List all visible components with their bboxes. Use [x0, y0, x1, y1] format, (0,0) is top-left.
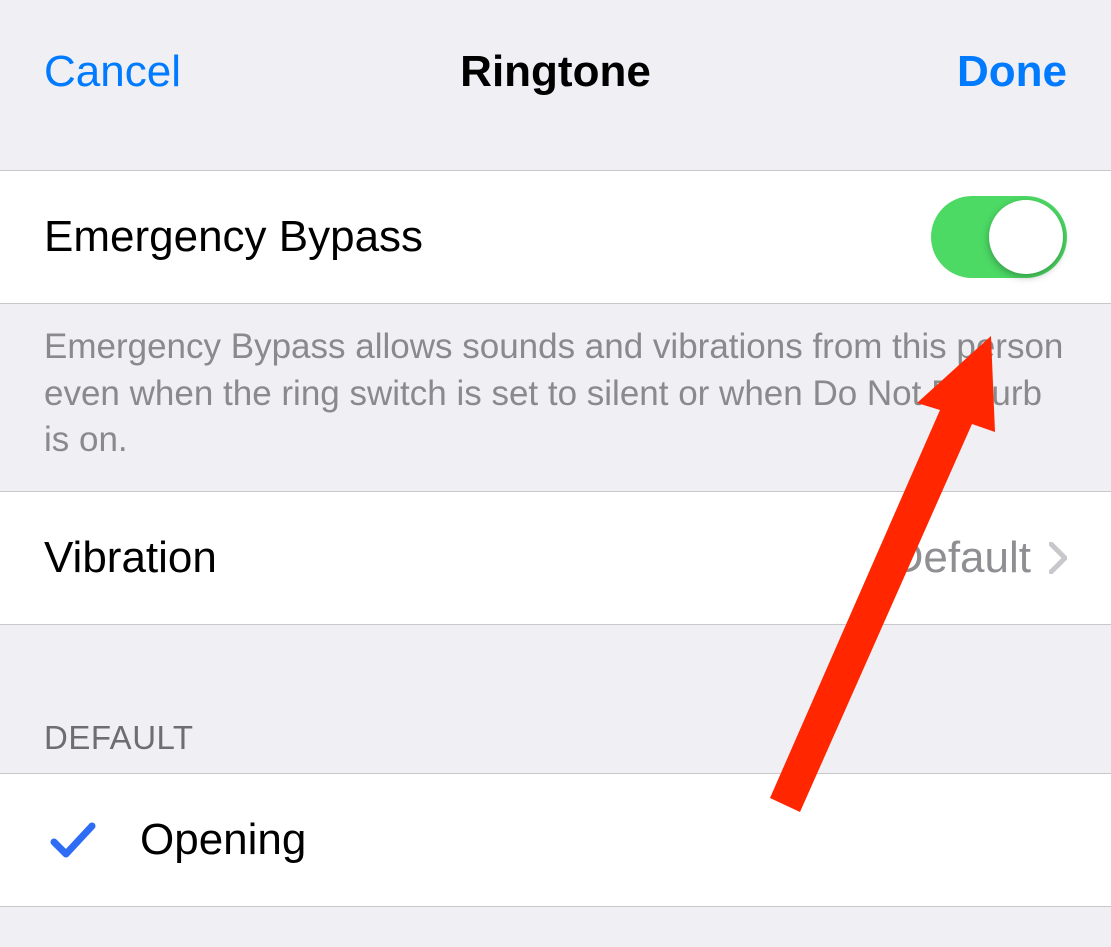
ringtone-row-opening[interactable]: Opening	[0, 773, 1111, 907]
emergency-bypass-row[interactable]: Emergency Bypass	[0, 170, 1111, 304]
navbar: Cancel Ringtone Done	[0, 0, 1111, 170]
vibration-row[interactable]: Vibration Default	[0, 491, 1111, 625]
emergency-bypass-label: Emergency Bypass	[44, 212, 423, 262]
section-spacer	[0, 625, 1111, 709]
emergency-bypass-switch[interactable]	[931, 196, 1067, 278]
ringtone-name: Opening	[140, 815, 306, 865]
emergency-bypass-description: Emergency Bypass allows sounds and vibra…	[0, 304, 1111, 492]
switch-knob	[989, 200, 1063, 274]
vibration-label: Vibration	[44, 533, 217, 583]
vibration-value: Default	[892, 533, 1031, 583]
done-button[interactable]: Done	[957, 47, 1067, 97]
page-title: Ringtone	[460, 47, 651, 97]
chevron-right-icon	[1049, 542, 1067, 574]
default-section-header: DEFAULT	[0, 709, 1111, 773]
vibration-right: Default	[892, 533, 1067, 583]
checkmark-icon	[50, 817, 96, 863]
cancel-button[interactable]: Cancel	[44, 47, 181, 97]
